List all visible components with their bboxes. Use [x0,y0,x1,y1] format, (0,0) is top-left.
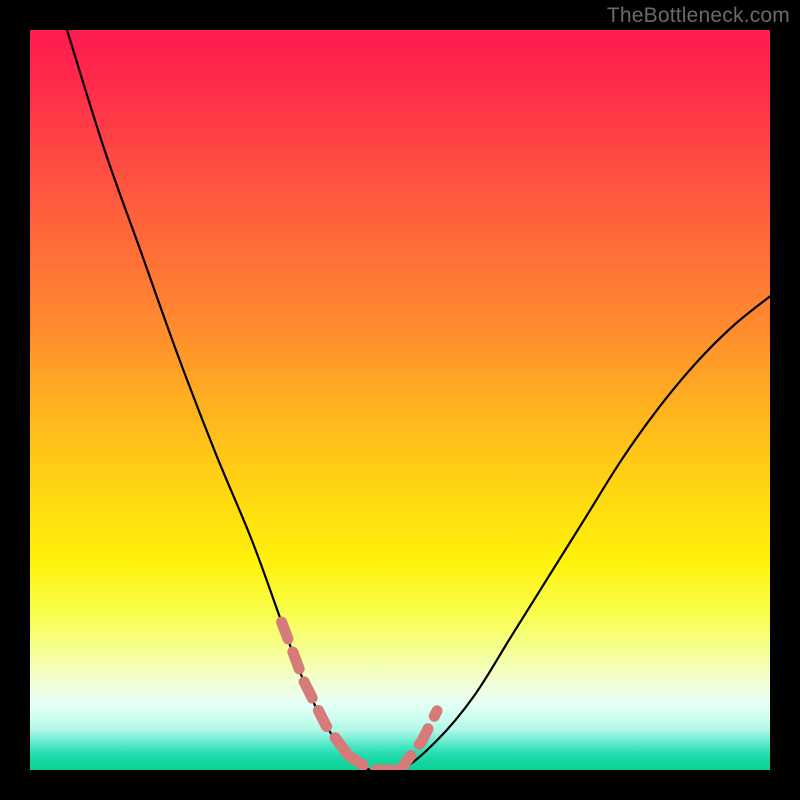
optimal-dash-left [282,622,349,755]
optimal-dash-right [400,711,437,770]
curve-svg [30,30,770,770]
bottleneck-curve-line [67,30,770,770]
plot-area [30,30,770,770]
chart-stage: TheBottleneck.com [0,0,800,800]
watermark-text: TheBottleneck.com [607,4,790,28]
optimal-dash-floor [348,755,400,770]
